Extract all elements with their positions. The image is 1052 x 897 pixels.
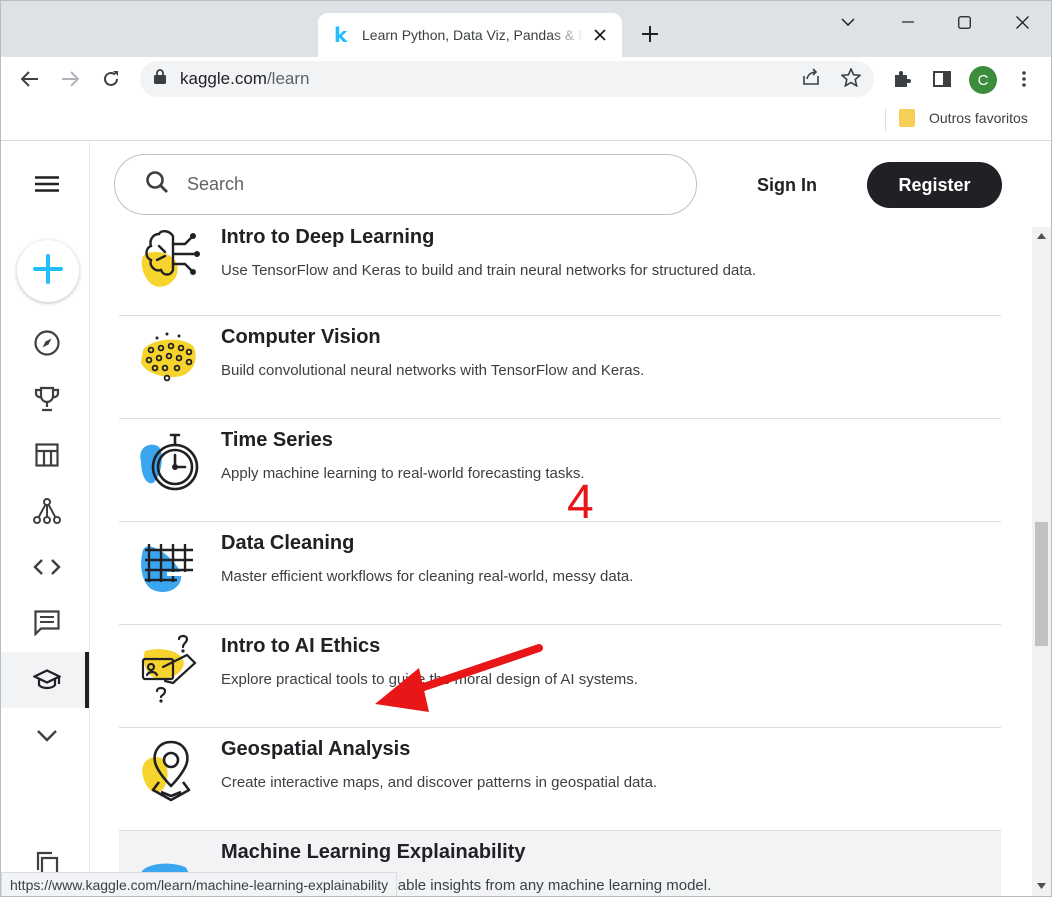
reload-icon[interactable] <box>95 63 127 95</box>
back-icon[interactable] <box>14 63 46 95</box>
extensions-icon[interactable] <box>888 65 916 93</box>
register-button[interactable]: Register <box>867 162 1002 208</box>
tab-title: Learn Python, Data Viz, Pandas & More | … <box>362 27 584 43</box>
browser-tab[interactable]: k Learn Python, Data Viz, Pandas & More … <box>318 13 622 57</box>
course-title: Computer Vision <box>221 326 381 348</box>
page-scrollbar[interactable] <box>1032 227 1051 896</box>
kaggle-favicon-icon: k <box>334 23 348 47</box>
share-icon[interactable] <box>797 63 825 91</box>
side-panel-icon[interactable] <box>928 65 956 93</box>
tab-search-icon[interactable] <box>825 9 871 35</box>
course-description: Master efficient workflows for cleaning … <box>221 568 634 585</box>
course-title: Intro to AI Ethics <box>221 635 381 657</box>
profile-avatar[interactable]: C <box>969 66 997 94</box>
kaggle-page: Search Sign In Register Intro to Deep Le… <box>1 142 1051 896</box>
close-window-icon[interactable] <box>999 9 1045 35</box>
scroll-up-icon[interactable] <box>1037 233 1046 239</box>
new-tab-button[interactable] <box>637 21 663 47</box>
course-item-intro-deep-learning[interactable]: Intro to Deep Learning Use TensorFlow an… <box>119 224 1001 316</box>
table-icon[interactable] <box>19 435 75 475</box>
side-navigation <box>1 142 90 896</box>
course-description: Use TensorFlow and Keras to build and tr… <box>221 262 757 279</box>
discussion-icon[interactable] <box>19 603 75 643</box>
map-pin-icon <box>142 740 191 802</box>
course-item-data-cleaning[interactable]: Data Cleaning Master efficient workflows… <box>119 522 1001 625</box>
models-graph-icon[interactable] <box>19 491 75 531</box>
sign-in-button[interactable]: Sign In <box>741 170 833 200</box>
link-status-bar: https://www.kaggle.com/learn/machine-lea… <box>1 872 398 896</box>
minimize-icon[interactable] <box>885 9 931 35</box>
course-item-time-series[interactable]: Time Series Apply machine learning to re… <box>119 419 1001 522</box>
school-icon[interactable] <box>19 660 75 700</box>
annotation-arrow-icon <box>375 644 543 712</box>
bookmarks-separator <box>885 109 886 131</box>
chevron-down-icon[interactable] <box>19 715 75 755</box>
code-icon[interactable] <box>19 547 75 587</box>
compass-icon[interactable] <box>19 323 75 363</box>
bookmarks-bar: Outros favoritos <box>1 101 1051 141</box>
close-tab-icon[interactable] <box>590 25 610 45</box>
forward-icon[interactable] <box>54 63 86 95</box>
scroll-down-icon[interactable] <box>1037 883 1046 889</box>
course-title: Data Cleaning <box>221 532 355 554</box>
create-button[interactable] <box>17 240 79 302</box>
trophy-icon[interactable] <box>19 379 75 419</box>
url-host: kaggle.com <box>180 69 267 88</box>
course-list: Intro to Deep Learning Use TensorFlow an… <box>119 224 1001 896</box>
search-input[interactable]: Search <box>187 174 244 195</box>
scroll-thumb[interactable] <box>1035 522 1048 646</box>
plus-icon <box>33 253 63 289</box>
course-title: Machine Learning Explainability <box>221 841 526 863</box>
hamburger-menu-icon[interactable] <box>19 164 75 204</box>
ai-ethics-icon <box>141 634 197 703</box>
course-item-computer-vision[interactable]: Computer Vision Build convolutional neur… <box>119 316 1001 419</box>
browser-window: k Learn Python, Data Viz, Pandas & More … <box>0 0 1052 897</box>
course-description: Build convolutional neural networks with… <box>221 362 645 379</box>
browser-toolbar: kaggle.com/learn C <box>1 57 1051 101</box>
search-icon <box>145 170 169 199</box>
course-description: Apply machine learning to real-world for… <box>221 465 585 482</box>
folder-icon <box>899 109 915 127</box>
course-description: Create interactive maps, and discover pa… <box>221 774 658 791</box>
tab-strip: k Learn Python, Data Viz, Pandas & More … <box>1 1 1051 57</box>
browser-menu-icon[interactable] <box>1010 65 1038 93</box>
course-title: Intro to Deep Learning <box>221 226 435 248</box>
search-bar[interactable]: Search <box>114 154 697 215</box>
brain-icon <box>141 230 200 287</box>
address-bar[interactable]: kaggle.com/learn <box>140 61 874 97</box>
course-title: Time Series <box>221 429 333 451</box>
data-grid-icon <box>141 544 193 593</box>
computer-vision-icon <box>141 332 196 382</box>
lock-icon <box>154 69 166 89</box>
stopwatch-icon <box>140 433 199 491</box>
bookmark-star-icon[interactable] <box>837 63 865 91</box>
annotation-step-number: 4 <box>567 476 594 529</box>
active-nav-indicator <box>85 652 89 708</box>
course-title: Geospatial Analysis <box>221 738 411 760</box>
maximize-icon[interactable] <box>941 9 987 35</box>
other-bookmarks-folder[interactable]: Outros favoritos <box>899 109 1028 127</box>
url-path: /learn <box>266 69 310 88</box>
folder-label: Outros favoritos <box>929 110 1028 126</box>
course-item-geospatial[interactable]: Geospatial Analysis Create interactive m… <box>119 728 1001 831</box>
